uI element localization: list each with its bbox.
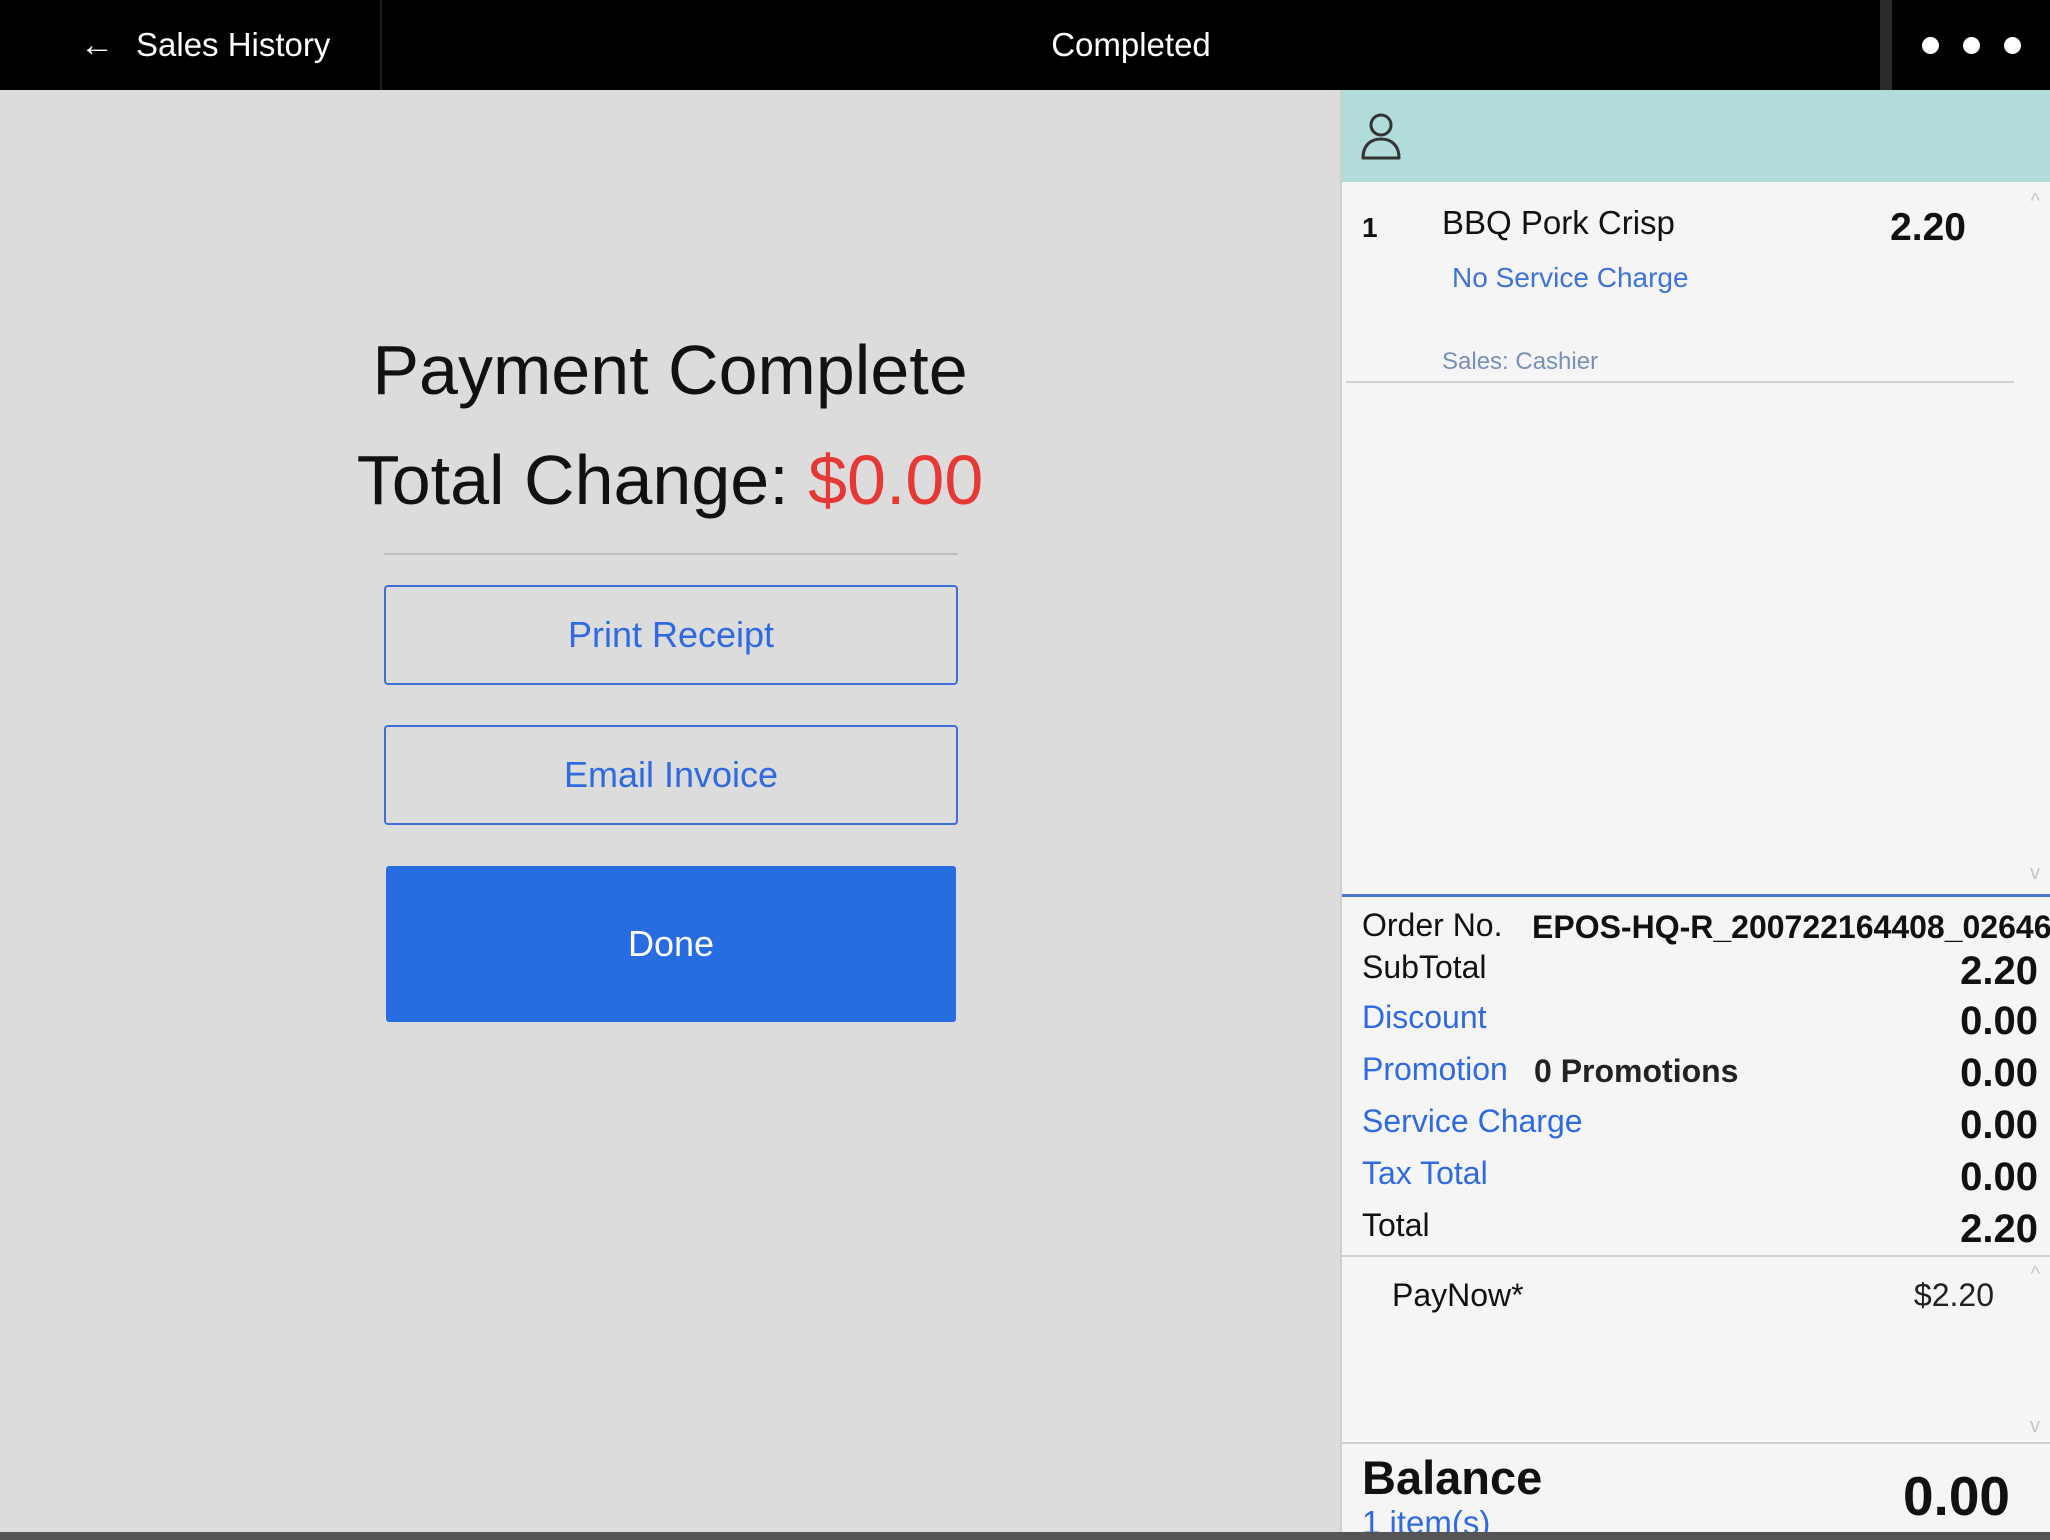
balance-section: Balance 1 item(s) 0.00 [1342, 1442, 2050, 1540]
payment-panel: Payment Complete Total Change: $0.00 Pri… [0, 90, 1340, 1532]
payments-list[interactable]: ^ PayNow* $2.20 v [1342, 1255, 2050, 1445]
tax-total-row: Tax Total 0.00 [1362, 1155, 2038, 1207]
payment-method: PayNow* [1392, 1277, 1524, 1313]
scroll-down-icon[interactable]: v [2030, 1415, 2040, 1438]
order-panel: ^ 1 BBQ Pork Crisp 2.20 No Service Charg… [1340, 90, 2050, 1540]
customer-bar[interactable] [1342, 90, 2050, 182]
tax-total-link[interactable]: Tax Total [1362, 1155, 1488, 1192]
order-number: EPOS-HQ-R_200722164408_02646 [1532, 909, 2050, 945]
service-charge-link[interactable]: Service Charge [1362, 1103, 1583, 1140]
service-charge-row: Service Charge 0.00 [1362, 1103, 2038, 1155]
divider [1346, 381, 2014, 383]
total-change-amount: $0.00 [808, 441, 984, 519]
more-options-button[interactable] [1892, 0, 2050, 90]
divider [1880, 0, 1892, 90]
order-number-label: Order No. [1362, 907, 1503, 943]
more-horizontal-icon [1921, 36, 1939, 54]
tax-total-value: 0.00 [1960, 1155, 2038, 1199]
more-horizontal-icon [2003, 36, 2021, 54]
more-horizontal-icon [1962, 36, 1980, 54]
discount-row: Discount 0.00 [1362, 999, 2038, 1051]
scroll-up-icon[interactable]: ^ [2031, 1263, 2040, 1286]
item-price: 2.20 [1890, 206, 1966, 249]
subtotal-label: SubTotal [1362, 949, 1487, 985]
total-value: 2.20 [1960, 1207, 2038, 1251]
item-salesperson: Sales: Cashier [1442, 348, 1599, 375]
back-label: Sales History [136, 26, 331, 63]
discount-link[interactable]: Discount [1362, 999, 1487, 1036]
total-change-label: Total Change: [356, 441, 789, 519]
person-icon [1361, 113, 1401, 160]
total-change: Total Change: $0.00 [0, 440, 1340, 520]
item-modifier: No Service Charge [1452, 262, 1689, 293]
item-quantity: 1 [1362, 212, 1378, 243]
total-row: Total 2.20 [1362, 1207, 2038, 1259]
arrow-left-icon: ← [80, 25, 114, 64]
list-item[interactable]: 1 BBQ Pork Crisp 2.20 No Service Charge … [1342, 182, 2014, 383]
back-button[interactable]: ← Sales History [0, 0, 382, 90]
scroll-down-icon[interactable]: v [2030, 862, 2040, 885]
subtotal-value: 2.20 [1960, 949, 2038, 993]
promotion-count: 0 Promotions [1534, 1053, 1739, 1089]
bottom-strip [0, 1532, 2050, 1540]
promotion-link[interactable]: Promotion [1362, 1051, 1508, 1088]
scroll-up-icon[interactable]: ^ [2031, 190, 2040, 213]
total-label: Total [1362, 1207, 1430, 1243]
print-receipt-button[interactable]: Print Receipt [384, 585, 958, 685]
service-charge-value: 0.00 [1960, 1103, 2038, 1147]
payment-amount: $2.20 [1913, 1277, 1994, 1313]
payment-complete-title: Payment Complete [372, 331, 968, 409]
done-button[interactable]: Done [386, 866, 956, 1022]
balance-value: 0.00 [1902, 1465, 2010, 1527]
divider [384, 553, 958, 555]
balance-label: Balance [1362, 1451, 1543, 1504]
order-items-list[interactable]: ^ 1 BBQ Pork Crisp 2.20 No Service Charg… [1342, 182, 2050, 894]
promotion-row: Promotion 0 Promotions 0.00 [1362, 1051, 2038, 1103]
item-name: BBQ Pork Crisp [1442, 204, 1675, 241]
email-invoice-button[interactable]: Email Invoice [384, 725, 958, 825]
top-bar: ← Sales History Completed [0, 0, 2050, 90]
page-title: Completed [1051, 26, 1211, 63]
discount-value: 0.00 [1960, 999, 2038, 1043]
order-summary: Order No. EPOS-HQ-R_200722164408_02646 S… [1342, 894, 2050, 1254]
subtotal-row: SubTotal 2.20 [1362, 949, 2038, 1001]
promotion-value: 0.00 [1960, 1051, 2038, 1095]
